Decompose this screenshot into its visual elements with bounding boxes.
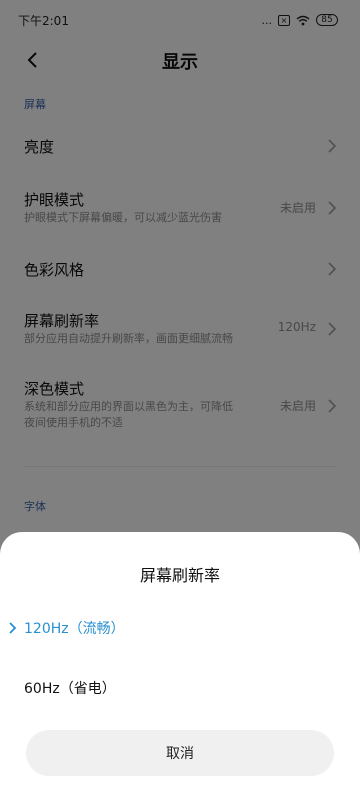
refresh-rate-sheet: 屏幕刷新率 120Hz（流畅） 60Hz（省电） 取消 [0, 532, 360, 800]
check-icon [9, 622, 17, 634]
cancel-button[interactable]: 取消 [26, 730, 334, 776]
option-60hz-label: 60Hz（省电） [24, 681, 116, 697]
option-60hz[interactable]: 60Hz（省电） [0, 668, 360, 708]
sheet-title: 屏幕刷新率 [139, 566, 220, 585]
option-120hz[interactable]: 120Hz（流畅） [0, 608, 360, 648]
option-120hz-label: 120Hz（流畅） [24, 621, 125, 637]
